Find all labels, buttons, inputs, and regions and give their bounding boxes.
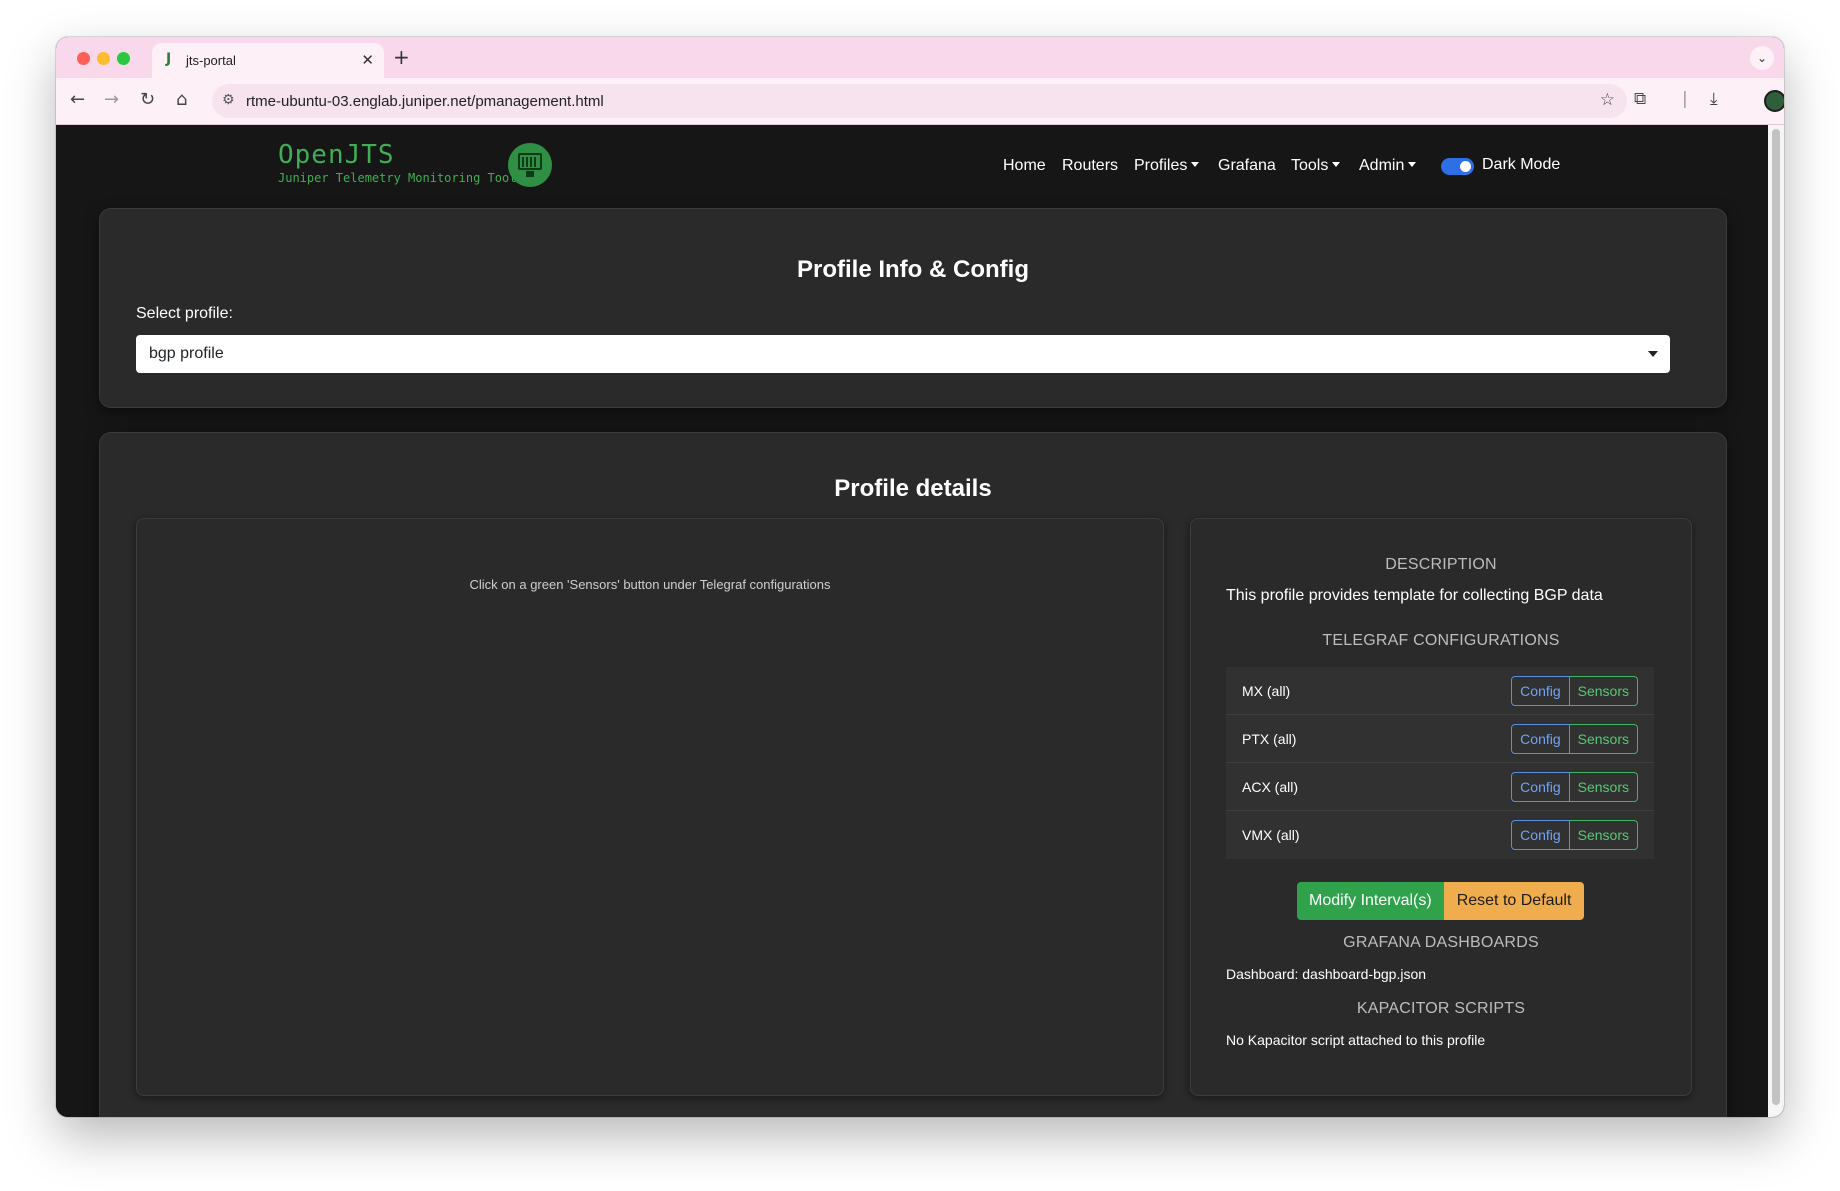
profile-info-card: Profile Info & Config Select profile: bg…: [99, 208, 1727, 408]
nav-grafana[interactable]: Grafana: [1218, 157, 1276, 175]
table-row: MX (all) Config Sensors: [1226, 667, 1654, 715]
config-button[interactable]: Config: [1511, 772, 1570, 802]
config-button[interactable]: Config: [1511, 820, 1570, 850]
profile-details-card: Profile details Click on a green 'Sensor…: [99, 432, 1727, 1117]
address-bar[interactable]: ⚙ rtme-ubuntu-03.englab.juniper.net/pman…: [212, 84, 1627, 118]
site-settings-icon[interactable]: ⚙: [222, 92, 235, 108]
modify-intervals-button[interactable]: Modify Interval(s): [1297, 882, 1444, 920]
profile-meta-panel: DESCRIPTION This profile provides templa…: [1190, 518, 1692, 1096]
minimize-window-button[interactable]: [97, 52, 110, 65]
download-icon[interactable]: ⤓: [1710, 89, 1718, 109]
tab-title: jts-portal: [186, 53, 236, 68]
kapacitor-heading: KAPACITOR SCRIPTS: [1356, 1000, 1526, 1017]
bookmark-star-icon[interactable]: ☆: [1600, 90, 1615, 110]
scrollbar-thumb[interactable]: [1772, 129, 1780, 1105]
close-window-button[interactable]: [77, 52, 90, 65]
tab-search-chevron-icon[interactable]: ⌄: [1750, 46, 1774, 70]
monitor-chart-icon: [508, 143, 552, 187]
reset-default-button[interactable]: Reset to Default: [1443, 882, 1585, 920]
url-text[interactable]: rtme-ubuntu-03.englab.juniper.net/pmanag…: [246, 93, 604, 110]
nav-admin-dropdown[interactable]: Admin: [1359, 157, 1416, 175]
telegraf-config-table: MX (all) Config Sensors PTX (all) Config…: [1226, 667, 1654, 859]
back-arrow-icon[interactable]: ←: [70, 89, 85, 110]
browser-tab[interactable]: J jts-portal ✕: [152, 43, 384, 78]
tab-bar: J jts-portal ✕ + ⌄: [56, 37, 1784, 78]
nav-routers[interactable]: Routers: [1062, 157, 1118, 175]
logo-title: OpenJTS: [278, 140, 395, 170]
dashboard-text: Dashboard: dashboard-bgp.json: [1226, 966, 1427, 982]
table-row: PTX (all) Config Sensors: [1226, 715, 1654, 763]
profile-select[interactable]: bgp profile: [136, 335, 1670, 373]
interval-actions: Modify Interval(s) Reset to Default: [1297, 882, 1585, 920]
tab-close-icon[interactable]: ✕: [361, 51, 374, 69]
config-name: PTX (all): [1242, 731, 1297, 747]
kapacitor-text: No Kapacitor script attached to this pro…: [1226, 1032, 1486, 1048]
select-profile-label: Select profile:: [136, 305, 233, 322]
config-button[interactable]: Config: [1511, 676, 1570, 706]
nav-home[interactable]: Home: [1003, 157, 1046, 175]
profile-info-title: Profile Info & Config: [797, 256, 1029, 283]
nav-tools-dropdown[interactable]: Tools: [1291, 157, 1340, 175]
grafana-heading: GRAFANA DASHBOARDS: [1343, 934, 1539, 951]
nav-admin-label: Admin: [1359, 157, 1405, 174]
forward-arrow-icon[interactable]: →: [104, 89, 119, 110]
nav-profiles-label: Profiles: [1134, 157, 1188, 174]
table-row: VMX (all) Config Sensors: [1226, 811, 1654, 859]
profile-avatar[interactable]: [1764, 90, 1784, 112]
config-name: MX (all): [1242, 683, 1291, 699]
browser-window: J jts-portal ✕ + ⌄ ← → ↻ ⌂ ⚙ rtme-ubuntu…: [56, 37, 1784, 1117]
sensors-button[interactable]: Sensors: [1569, 676, 1638, 706]
app-logo[interactable]: OpenJTS Juniper Telemetry Monitoring Too…: [278, 140, 516, 185]
home-icon[interactable]: ⌂: [176, 89, 187, 110]
select-caret-icon: [1648, 351, 1658, 357]
extensions-puzzle-icon[interactable]: ⧉: [1634, 89, 1646, 109]
description-heading: DESCRIPTION: [1385, 556, 1497, 573]
config-name: ACX (all): [1242, 779, 1299, 795]
telegraf-heading: TELEGRAF CONFIGURATIONS: [1322, 632, 1560, 649]
page-content: OpenJTS Juniper Telemetry Monitoring Too…: [56, 125, 1768, 1117]
new-tab-button[interactable]: +: [393, 45, 410, 69]
dark-mode-label: Dark Mode: [1482, 156, 1561, 173]
sensors-hint-text: Click on a green 'Sensors' button under …: [469, 577, 831, 592]
description-text: This profile provides template for colle…: [1226, 587, 1603, 604]
tab-favicon-icon: J: [166, 51, 172, 67]
table-row: ACX (all) Config Sensors: [1226, 763, 1654, 811]
config-name: VMX (all): [1242, 827, 1300, 843]
logo-subtitle: Juniper Telemetry Monitoring Tool: [278, 171, 517, 185]
sensors-button[interactable]: Sensors: [1569, 820, 1638, 850]
reload-icon[interactable]: ↻: [140, 89, 155, 110]
toggle-knob: [1460, 161, 1471, 172]
page-scrollbar[interactable]: [1768, 125, 1784, 1117]
profile-details-title: Profile details: [834, 475, 992, 502]
profile-select-value: bgp profile: [149, 345, 224, 362]
config-button[interactable]: Config: [1511, 724, 1570, 754]
nav-profiles-dropdown[interactable]: Profiles: [1134, 157, 1199, 175]
browser-toolbar: ← → ↻ ⌂ ⚙ rtme-ubuntu-03.englab.juniper.…: [56, 78, 1784, 125]
maximize-window-button[interactable]: [117, 52, 130, 65]
nav-tools-label: Tools: [1291, 157, 1329, 174]
sensors-button[interactable]: Sensors: [1569, 724, 1638, 754]
sensors-button[interactable]: Sensors: [1569, 772, 1638, 802]
sensors-panel: Click on a green 'Sensors' button under …: [136, 518, 1164, 1096]
toolbar-divider: |: [1682, 89, 1688, 109]
dark-mode-toggle[interactable]: [1441, 158, 1474, 175]
